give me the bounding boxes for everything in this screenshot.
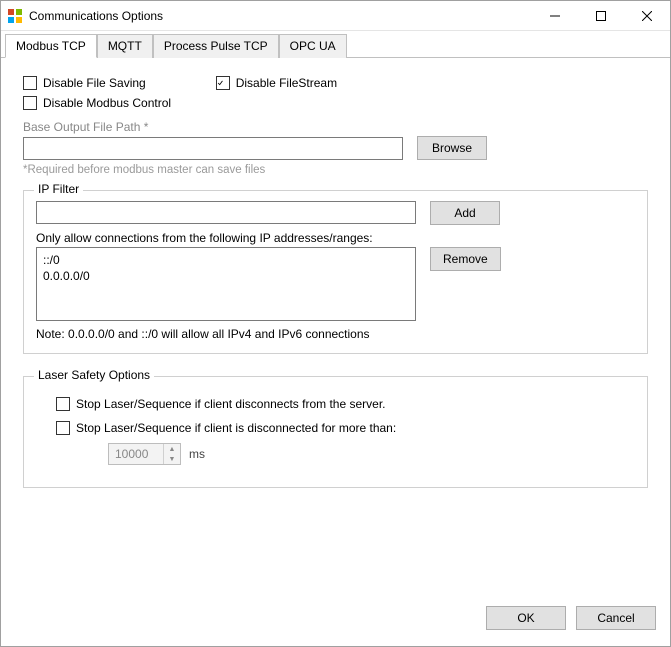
- disable-modbus-control-checkbox[interactable]: [23, 96, 37, 110]
- disable-file-saving-checkbox[interactable]: [23, 76, 37, 90]
- maximize-button[interactable]: [578, 1, 624, 31]
- timeout-unit-label: ms: [189, 447, 205, 461]
- tab-mqtt[interactable]: MQTT: [97, 34, 153, 58]
- disable-filestream-label: Disable FileStream: [236, 76, 337, 90]
- ip-filter-legend: IP Filter: [34, 182, 83, 196]
- timeout-spinner[interactable]: ▲ ▼: [108, 443, 181, 465]
- ip-list[interactable]: ::/0 0.0.0.0/0: [36, 247, 416, 321]
- browse-button[interactable]: Browse: [417, 136, 487, 160]
- titlebar: Communications Options: [1, 1, 670, 31]
- app-icon: [7, 8, 23, 24]
- stop-on-timeout-label: Stop Laser/Sequence if client is disconn…: [76, 421, 396, 435]
- stop-on-timeout-checkbox[interactable]: [56, 421, 70, 435]
- disable-filestream-checkbox[interactable]: [216, 76, 230, 90]
- spinner-down-icon[interactable]: ▼: [164, 454, 180, 464]
- disable-file-saving-label: Disable File Saving: [43, 76, 146, 90]
- ip-entry[interactable]: 0.0.0.0/0: [43, 268, 409, 284]
- ip-list-label: Only allow connections from the followin…: [36, 231, 635, 245]
- timeout-value-input[interactable]: [109, 444, 163, 464]
- remove-ip-button[interactable]: Remove: [430, 247, 501, 271]
- minimize-button[interactable]: [532, 1, 578, 31]
- tab-strip: Modbus TCP MQTT Process Pulse TCP OPC UA: [1, 33, 670, 58]
- add-ip-button[interactable]: Add: [430, 201, 500, 225]
- stop-on-disconnect-checkbox[interactable]: [56, 397, 70, 411]
- stop-on-disconnect-label: Stop Laser/Sequence if client disconnect…: [76, 397, 386, 411]
- ip-filter-note: Note: 0.0.0.0/0 and ::/0 will allow all …: [36, 327, 635, 341]
- tab-opc-ua[interactable]: OPC UA: [279, 34, 347, 58]
- spinner-up-icon[interactable]: ▲: [164, 444, 180, 454]
- dialog-buttons: OK Cancel: [1, 600, 670, 646]
- window-title: Communications Options: [29, 9, 532, 23]
- tab-modbus-tcp[interactable]: Modbus TCP: [5, 34, 97, 58]
- laser-safety-legend: Laser Safety Options: [34, 368, 154, 382]
- ip-entry[interactable]: ::/0: [43, 252, 409, 268]
- ok-button[interactable]: OK: [486, 606, 566, 630]
- cancel-button[interactable]: Cancel: [576, 606, 656, 630]
- window: Communications Options Modbus TCP MQTT P…: [0, 0, 671, 647]
- disable-modbus-control-label: Disable Modbus Control: [43, 96, 171, 110]
- base-output-input[interactable]: [23, 137, 403, 160]
- base-output-hint: *Required before modbus master can save …: [23, 164, 648, 176]
- ip-filter-group: IP Filter Add Only allow connections fro…: [23, 190, 648, 354]
- ip-filter-input[interactable]: [36, 201, 416, 224]
- laser-safety-group: Laser Safety Options Stop Laser/Sequence…: [23, 376, 648, 488]
- tab-process-pulse-tcp[interactable]: Process Pulse TCP: [153, 34, 279, 58]
- tab-panel-modbus: Disable File Saving Disable FileStream D…: [1, 58, 670, 600]
- base-output-label: Base Output File Path *: [23, 120, 648, 134]
- close-button[interactable]: [624, 1, 670, 31]
